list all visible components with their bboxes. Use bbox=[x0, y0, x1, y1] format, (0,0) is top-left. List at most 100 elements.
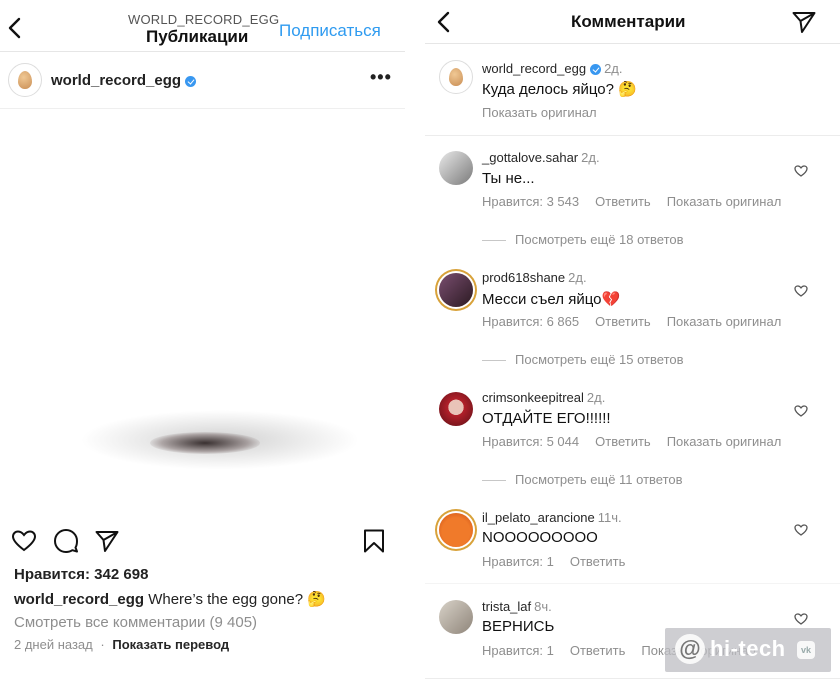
comment-time: 8ч. bbox=[534, 599, 552, 614]
heart-icon[interactable] bbox=[794, 523, 808, 537]
post-image[interactable] bbox=[0, 110, 405, 520]
view-replies-label[interactable]: Посмотреть ещё 11 ответов bbox=[515, 472, 683, 487]
avatar[interactable] bbox=[439, 60, 473, 94]
comment-actions: Нравится: 3 543 Ответить Показать оригинал bbox=[482, 194, 797, 209]
comment-user-row: trista_laf 8ч. bbox=[482, 599, 552, 614]
post-author-row: world_record_egg ••• bbox=[0, 53, 405, 109]
comment-time: 2д. bbox=[604, 61, 623, 76]
post-actions bbox=[0, 524, 405, 558]
like-count[interactable]: Нравится: 6 865 bbox=[482, 314, 579, 329]
divider bbox=[425, 583, 840, 584]
comment-user[interactable]: world_record_egg bbox=[482, 61, 586, 76]
comment-icon[interactable] bbox=[53, 528, 79, 554]
heart-icon[interactable] bbox=[794, 404, 808, 418]
comment-user[interactable]: _gottalove.sahar bbox=[482, 150, 578, 165]
comment-text: ВЕРНИСЬ bbox=[482, 618, 555, 635]
comment-user-row: crimsonkeepitreal 2д. bbox=[482, 390, 605, 405]
comments-title: Комментарии bbox=[571, 12, 686, 31]
show-original-link[interactable]: Показать оригинал bbox=[667, 434, 782, 449]
comment-user[interactable]: il_pelato_arancione bbox=[482, 510, 595, 525]
vk-icon: vk bbox=[797, 641, 815, 659]
like-count[interactable]: Нравится: 5 044 bbox=[482, 434, 579, 449]
show-original-link[interactable]: Показать оригинал bbox=[667, 314, 782, 329]
bookmark-icon[interactable] bbox=[361, 528, 387, 554]
comment-text: Куда делось яйцо? 🤔 bbox=[482, 81, 637, 98]
comments-header-bar: Комментарии bbox=[425, 0, 840, 44]
like-count[interactable]: Нравится: 1 bbox=[482, 554, 554, 569]
send-icon[interactable] bbox=[94, 528, 120, 554]
subscribe-button[interactable]: Подписаться bbox=[279, 21, 381, 41]
avatar[interactable] bbox=[439, 151, 473, 185]
avatar[interactable] bbox=[439, 513, 473, 547]
comment-text: Ты не... bbox=[482, 170, 535, 187]
like-count[interactable]: Нравится: 3 543 bbox=[482, 194, 579, 209]
show-translation-link[interactable]: Показать перевод bbox=[112, 637, 229, 652]
view-replies-label[interactable]: Посмотреть ещё 18 ответов bbox=[515, 232, 684, 247]
replies-line bbox=[482, 240, 506, 242]
replies-line bbox=[482, 480, 506, 482]
view-replies-label[interactable]: Посмотреть ещё 15 ответов bbox=[515, 352, 684, 367]
verified-icon bbox=[185, 75, 197, 87]
egg-avatar-icon bbox=[449, 68, 463, 86]
verified-icon bbox=[590, 64, 602, 76]
back-icon[interactable] bbox=[435, 11, 453, 33]
more-icon[interactable]: ••• bbox=[370, 67, 392, 88]
reply-button[interactable]: Ответить bbox=[570, 554, 626, 569]
avatar[interactable] bbox=[8, 63, 42, 97]
comment-user[interactable]: prod618shane bbox=[482, 270, 565, 285]
comment-text: NOOOOOOOOO bbox=[482, 529, 598, 546]
avatar[interactable] bbox=[439, 273, 473, 307]
comment-user-row: world_record_egg 2д. bbox=[482, 61, 623, 76]
comment-time: 2д. bbox=[568, 270, 587, 285]
show-original-link[interactable]: Показать оригинал bbox=[667, 194, 782, 209]
avatar[interactable] bbox=[439, 392, 473, 426]
reply-button[interactable]: Ответить bbox=[570, 643, 626, 658]
post-header-bar: WORLD_RECORD_EGG Публикации Подписаться bbox=[0, 0, 405, 52]
post-meta: 2 дней назад · Показать перевод bbox=[14, 637, 229, 652]
reply-button[interactable]: Ответить bbox=[595, 314, 651, 329]
comment-user-row: _gottalove.sahar 2д. bbox=[482, 150, 600, 165]
egg-shadow bbox=[150, 432, 260, 454]
comment-time: 2д. bbox=[586, 390, 606, 405]
watermark-text: hi-tech bbox=[710, 636, 786, 661]
reply-button[interactable]: Ответить bbox=[595, 434, 651, 449]
avatar[interactable] bbox=[439, 600, 473, 634]
comment-text: Месси съел яйцо💔 bbox=[482, 291, 621, 308]
header-title: Публикации bbox=[146, 27, 249, 46]
comments-panel: Комментарии world_record_egg 2д. Куда дел… bbox=[425, 0, 840, 681]
meta-separator: · bbox=[100, 637, 105, 652]
divider bbox=[425, 678, 840, 679]
caption: world_record_egg Where’s the egg gone? 🤔 bbox=[14, 590, 326, 608]
view-replies-link[interactable]: Посмотреть ещё 15 ответов bbox=[482, 352, 684, 367]
like-count[interactable]: Нравится: 1 bbox=[482, 643, 554, 658]
comment-actions: Показать оригинал bbox=[482, 105, 613, 120]
heart-icon[interactable] bbox=[11, 528, 37, 554]
comment-actions: Нравится: 5 044 Ответить Показать оригинал bbox=[482, 434, 797, 449]
view-replies-link[interactable]: Посмотреть ещё 18 ответов bbox=[482, 232, 684, 247]
divider bbox=[425, 135, 840, 136]
view-replies-link[interactable]: Посмотреть ещё 11 ответов bbox=[482, 472, 683, 487]
back-icon[interactable] bbox=[6, 17, 24, 39]
egg-avatar-icon bbox=[18, 71, 32, 89]
view-all-comments-link[interactable]: Смотреть все комментарии (9 405) bbox=[14, 614, 257, 631]
comment-user-row: prod618shane 2д. bbox=[482, 270, 587, 285]
replies-line bbox=[482, 360, 506, 362]
comment-actions: Нравится: 1 Ответить bbox=[482, 554, 641, 569]
heart-icon[interactable] bbox=[794, 164, 808, 178]
header-account: WORLD_RECORD_EGG bbox=[128, 12, 280, 27]
comment-time: 2д. bbox=[581, 150, 600, 165]
author-name-container[interactable]: world_record_egg bbox=[51, 72, 197, 89]
caption-user[interactable]: world_record_egg bbox=[14, 591, 144, 608]
heart-icon[interactable] bbox=[794, 284, 808, 298]
comment-user-row: il_pelato_arancione 11ч. bbox=[482, 510, 622, 525]
post-time: 2 дней назад bbox=[14, 637, 93, 652]
send-icon[interactable] bbox=[791, 9, 817, 35]
reply-button[interactable]: Ответить bbox=[595, 194, 651, 209]
watermark-at-icon: @ bbox=[675, 634, 705, 664]
heart-icon[interactable] bbox=[794, 612, 808, 626]
likes-count[interactable]: Нравится: 342 698 bbox=[14, 566, 148, 583]
comment-user[interactable]: crimsonkeepitreal bbox=[482, 390, 584, 405]
show-original-link[interactable]: Показать оригинал bbox=[482, 105, 597, 120]
author-name[interactable]: world_record_egg bbox=[51, 72, 181, 89]
comment-user[interactable]: trista_laf bbox=[482, 599, 531, 614]
